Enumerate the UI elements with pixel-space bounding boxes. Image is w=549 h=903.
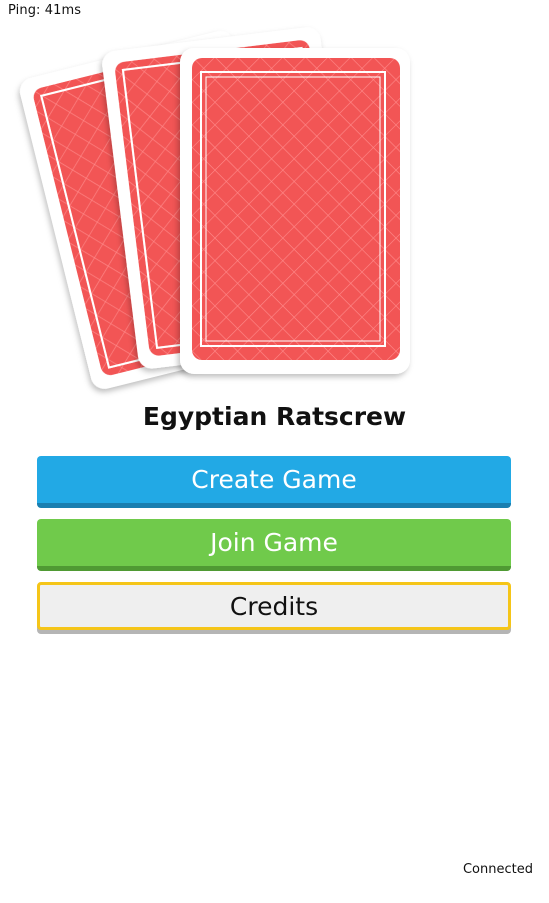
join-game-label: Join Game bbox=[210, 528, 338, 557]
card-stack-illustration bbox=[19, 27, 410, 389]
join-game-button[interactable]: Join Game bbox=[37, 519, 511, 571]
create-game-button[interactable]: Create Game bbox=[37, 456, 511, 508]
main-menu-screen: Ping: 41ms Egyptian Ratscrew Create Game… bbox=[0, 0, 549, 903]
create-game-label: Create Game bbox=[191, 465, 357, 494]
playing-card-back-3 bbox=[180, 48, 410, 374]
connection-status: Connected bbox=[462, 862, 533, 877]
game-title: Egyptian Ratscrew bbox=[142, 402, 407, 431]
credits-label: Credits bbox=[229, 591, 319, 621]
credits-button[interactable]: Credits bbox=[37, 582, 511, 630]
